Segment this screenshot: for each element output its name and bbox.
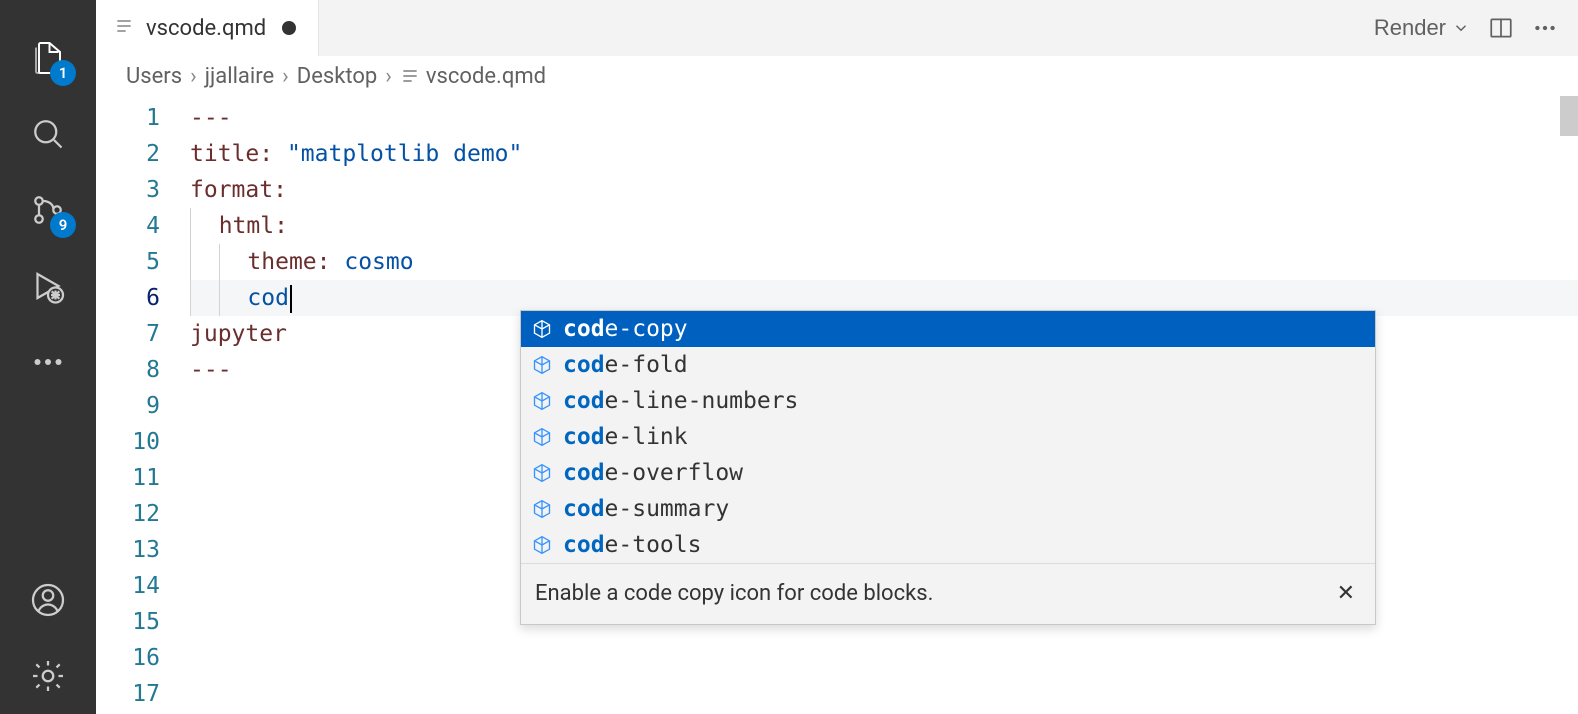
module-icon: [531, 390, 553, 412]
split-editor-icon[interactable]: [1488, 15, 1514, 41]
suggest-item[interactable]: code-fold: [521, 347, 1375, 383]
tab-dirty-indicator: [282, 21, 296, 35]
breadcrumb-item[interactable]: vscode.qmd: [400, 64, 546, 89]
chevron-right-icon: ›: [282, 64, 289, 89]
suggest-item[interactable]: code-line-numbers: [521, 383, 1375, 419]
breadcrumb[interactable]: Users › jjallaire › Desktop › vscode.qmd: [96, 56, 1578, 96]
explorer-badge: 1: [50, 60, 76, 86]
module-icon: [531, 498, 553, 520]
scm-badge: 9: [50, 212, 76, 238]
close-icon[interactable]: ✕: [1331, 576, 1361, 612]
module-icon: [531, 354, 553, 376]
module-icon: [531, 534, 553, 556]
code-editor[interactable]: 1 2 3 4 5 6 7 8 9 10 11 12 13 14 15 16 1…: [96, 96, 1578, 714]
suggest-detail: Enable a code copy icon for code blocks.…: [521, 563, 1375, 624]
module-icon: [531, 462, 553, 484]
intellisense-popup[interactable]: code-copy code-fold code-line-numbers: [520, 310, 1376, 625]
chevron-right-icon: ›: [385, 64, 392, 89]
chevron-right-icon: ›: [190, 64, 197, 89]
suggest-item[interactable]: code-summary: [521, 491, 1375, 527]
tab-bar: vscode.qmd Render: [96, 0, 1578, 56]
source-control-icon[interactable]: 9: [24, 186, 72, 234]
code-content[interactable]: --- title: "matplotlib demo" format: htm…: [190, 96, 1578, 714]
run-debug-icon[interactable]: [24, 262, 72, 310]
activity-bar: 1 9: [0, 0, 96, 714]
breadcrumb-item[interactable]: Desktop: [297, 64, 378, 89]
render-button[interactable]: Render: [1374, 15, 1470, 41]
explorer-icon[interactable]: 1: [24, 34, 72, 82]
module-icon: [531, 318, 553, 340]
account-icon[interactable]: [24, 576, 72, 624]
suggest-item[interactable]: code-link: [521, 419, 1375, 455]
text-cursor: [290, 285, 292, 313]
suggest-item[interactable]: code-copy: [521, 311, 1375, 347]
tab-label: vscode.qmd: [146, 16, 266, 41]
search-icon[interactable]: [24, 110, 72, 158]
file-icon: [114, 16, 134, 40]
settings-gear-icon[interactable]: [24, 652, 72, 700]
line-number-gutter: 1 2 3 4 5 6 7 8 9 10 11 12 13 14 15 16 1…: [96, 96, 190, 714]
minimap-slider[interactable]: [1560, 96, 1578, 136]
module-icon: [531, 426, 553, 448]
breadcrumb-item[interactable]: jjallaire: [205, 64, 274, 89]
suggest-item[interactable]: code-tools: [521, 527, 1375, 563]
more-icon[interactable]: [24, 338, 72, 386]
more-actions-icon[interactable]: [1532, 15, 1558, 41]
main-area: vscode.qmd Render Users › jjallaire › De…: [96, 0, 1578, 714]
suggest-item[interactable]: code-overflow: [521, 455, 1375, 491]
breadcrumb-item[interactable]: Users: [126, 64, 182, 89]
tab-vscode-qmd[interactable]: vscode.qmd: [96, 0, 319, 56]
